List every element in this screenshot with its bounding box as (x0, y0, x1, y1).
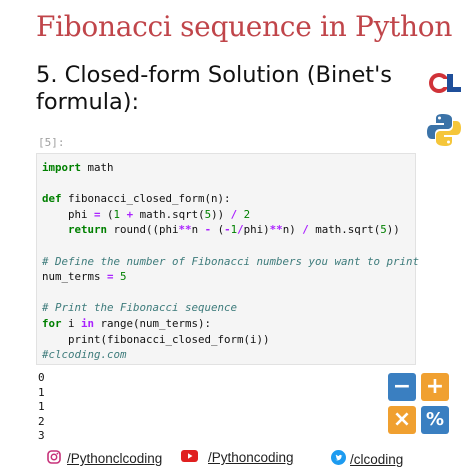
output-line: 0 (38, 371, 45, 384)
output-line: 2 (38, 414, 45, 428)
code-comment: # Define the number of Fibonacci numbers… (42, 254, 420, 268)
output-line: 3 (38, 429, 45, 443)
instagram-icon (47, 450, 61, 467)
output-line: 1 (38, 385, 45, 399)
twitter-link[interactable]: /clcoding (331, 450, 403, 468)
cl-logo-icon (428, 72, 464, 94)
cell-output: 0 1 1 2 3 (38, 371, 45, 444)
twitter-handle: /clcoding (350, 451, 404, 467)
code-tag: #clcoding.com (42, 348, 127, 362)
social-footer: /Pythonclcoding /Pythoncoding /clcoding (0, 447, 474, 474)
python-logo-icon (426, 112, 462, 148)
code-block: import math def fibonacci_closed_form(n)… (42, 161, 420, 362)
instagram-link[interactable]: /Pythonclcoding (47, 450, 162, 467)
minus-icon: − (388, 373, 416, 401)
plus-icon: + (421, 373, 449, 401)
twitter-icon (331, 450, 346, 468)
youtube-handle: /Pythoncoding (208, 450, 294, 465)
instagram-handle: /Pythonclcoding (67, 451, 163, 466)
output-line: 1 (38, 400, 45, 414)
calculator-icon: − + × % (388, 373, 450, 435)
multiply-icon: × (388, 406, 416, 434)
section-heading: 5. Closed-form Solution (Binet's formula… (36, 62, 393, 115)
code-cell[interactable]: import math def fibonacci_closed_form(n)… (36, 153, 420, 365)
page-title: Fibonacci sequence in Python (36, 10, 453, 43)
code-comment: # Print the Fibonacci sequence (42, 301, 238, 315)
cell-prompt: [5]: (38, 136, 65, 149)
percent-icon: % (421, 406, 449, 434)
youtube-link[interactable]: /Pythoncoding (181, 450, 294, 465)
youtube-icon (181, 450, 198, 465)
